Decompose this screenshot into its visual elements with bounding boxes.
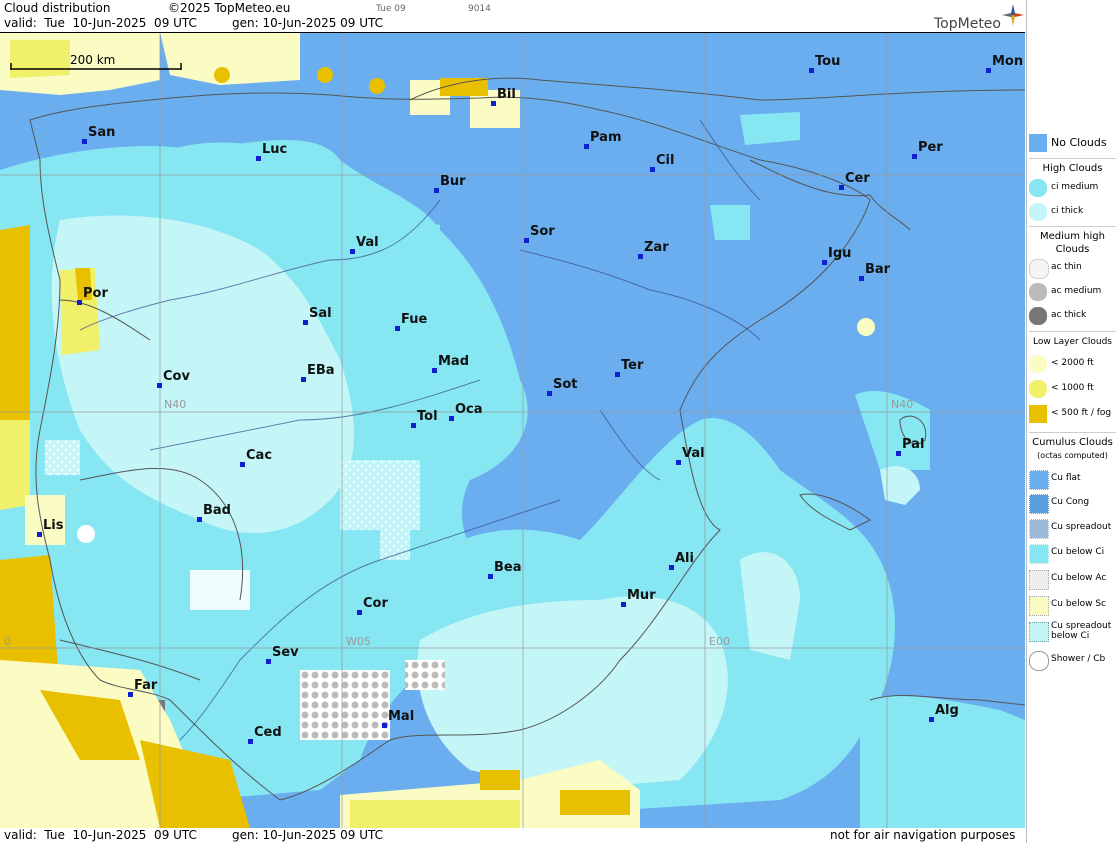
city-label[interactable]: Ali xyxy=(669,551,694,570)
city-label[interactable]: Bea xyxy=(488,560,522,579)
footer-disclaimer: not for air navigation purposes xyxy=(830,828,1016,842)
city-label[interactable]: Alg xyxy=(929,703,959,722)
legend-cu-flat: Cu flat xyxy=(1027,468,1117,490)
city-label[interactable]: Sor xyxy=(524,224,555,243)
city-label[interactable]: Bur xyxy=(434,174,466,193)
city-label[interactable]: Ter xyxy=(615,358,643,377)
city-label[interactable]: Zar xyxy=(638,240,669,259)
copyright: ©2025 TopMeteo.eu xyxy=(168,1,291,15)
city-label[interactable]: Bad xyxy=(197,503,231,522)
legend-medium-head: Medium high Clouds xyxy=(1040,231,1105,255)
legend-cu-spread: Cu spreadout xyxy=(1027,517,1117,539)
city-label[interactable]: Tou xyxy=(809,54,840,73)
city-label[interactable]: Oca xyxy=(449,402,483,421)
legend-ac-thick: ac thick xyxy=(1027,305,1117,327)
grid-label-w10: 0 xyxy=(4,635,11,648)
city-label[interactable]: Val xyxy=(676,446,705,465)
city-label[interactable]: Cac xyxy=(240,448,272,467)
city-label[interactable]: Cor xyxy=(357,596,388,615)
city-label[interactable]: Mad xyxy=(432,354,469,373)
brand-name: TopMeteo xyxy=(934,16,1001,32)
city-label[interactable]: Ced xyxy=(248,725,282,744)
time-tag: Tue 09 xyxy=(376,4,406,14)
city-label[interactable]: Cov xyxy=(157,369,190,388)
legend-low-2000: < 2000 ft xyxy=(1027,353,1117,375)
legend-cu-below-sc: Cu below Sc xyxy=(1027,594,1117,616)
legend-cu-cong: Cu Cong xyxy=(1027,492,1117,514)
cloud-layers xyxy=(0,33,1025,828)
legend-ci-medium: ci medium xyxy=(1027,177,1117,199)
grid-label-e00: E00 xyxy=(709,635,730,648)
footer-gen: gen: 10-Jun-2025 09 UTC xyxy=(232,828,384,842)
map-header: Cloud distribution ©2025 TopMeteo.eu Tue… xyxy=(0,0,1025,33)
grid-label-w05: W05 xyxy=(346,635,371,648)
city-label[interactable]: Pal xyxy=(896,437,924,456)
cloud-map[interactable]: 200 km N40 N40 W05 E00 0 Tou Mon Bil San… xyxy=(0,33,1025,828)
city-label[interactable]: Mur xyxy=(621,588,656,607)
scale-label: 200 km xyxy=(70,53,116,67)
legend-low-1000: < 1000 ft xyxy=(1027,378,1117,400)
grid-label-n40-left: N40 xyxy=(164,398,187,411)
city-label[interactable]: Tol xyxy=(411,409,438,428)
map-title: Cloud distribution xyxy=(4,1,111,15)
map-footer: valid: Tue 10-Jun-2025 09 UTC gen: 10-Ju… xyxy=(0,828,1025,843)
grid-label-n40-right: N40 xyxy=(891,398,914,411)
legend-ac-medium: ac medium xyxy=(1027,281,1117,303)
city-label[interactable]: Bil xyxy=(491,87,516,106)
valid-time: valid: Tue 10-Jun-2025 09 UTC xyxy=(4,16,197,30)
gen-time: gen: 10-Jun-2025 09 UTC xyxy=(232,16,384,30)
city-label[interactable]: Per xyxy=(912,140,943,159)
city-label[interactable]: Mon xyxy=(986,54,1023,73)
legend-shower: Shower / Cb xyxy=(1027,649,1117,671)
footer-valid: valid: Tue 10-Jun-2025 09 UTC xyxy=(4,828,197,842)
city-label[interactable]: Cer xyxy=(839,171,870,190)
city-label[interactable]: Por xyxy=(77,286,108,305)
legend-cu-below-ci: Cu below Ci xyxy=(1027,542,1117,564)
legend-panel: No Clouds High Clouds ci medium ci thick… xyxy=(1026,0,1117,843)
city-label[interactable]: Far xyxy=(128,678,157,697)
city-label[interactable]: San xyxy=(82,125,115,144)
city-label[interactable]: Luc xyxy=(256,142,287,161)
city-label[interactable]: Cil xyxy=(650,153,674,172)
city-label[interactable]: Pam xyxy=(584,130,622,149)
legend-ac-thin: ac thin xyxy=(1027,257,1117,279)
city-label[interactable]: Val xyxy=(350,235,379,254)
city-label[interactable]: Lis xyxy=(37,518,63,537)
city-label[interactable]: Sot xyxy=(547,377,578,396)
legend-low-head: Low Layer Clouds xyxy=(1033,337,1112,347)
legend-cu-spread-ci: Cu spreadout below Ci xyxy=(1027,620,1117,646)
code-tag: 9014 xyxy=(468,4,491,14)
city-label[interactable]: Bar xyxy=(859,262,890,281)
legend-ci-thick: ci thick xyxy=(1027,201,1117,223)
legend-cu-below-ac: Cu below Ac xyxy=(1027,568,1117,590)
city-label[interactable]: Mal xyxy=(382,709,414,728)
legend-cu-sub: (octas computed) xyxy=(1037,451,1108,460)
legend-high-head: High Clouds xyxy=(1042,163,1103,174)
city-label[interactable]: Fue xyxy=(395,312,427,331)
city-label[interactable]: Igu xyxy=(822,246,851,265)
scale-bar: 200 km xyxy=(10,53,182,70)
compass-icon xyxy=(1002,4,1024,26)
legend-cu-head: Cumulus Clouds xyxy=(1032,437,1113,448)
city-label[interactable]: Sal xyxy=(303,306,332,325)
legend-no-clouds: No Clouds xyxy=(1027,132,1117,154)
legend-low-500: < 500 ft / fog xyxy=(1027,403,1117,425)
city-label[interactable]: EBa xyxy=(301,363,335,382)
topmeteo-logo: TopMeteo xyxy=(930,4,1025,32)
city-label[interactable]: Sev xyxy=(266,645,299,664)
